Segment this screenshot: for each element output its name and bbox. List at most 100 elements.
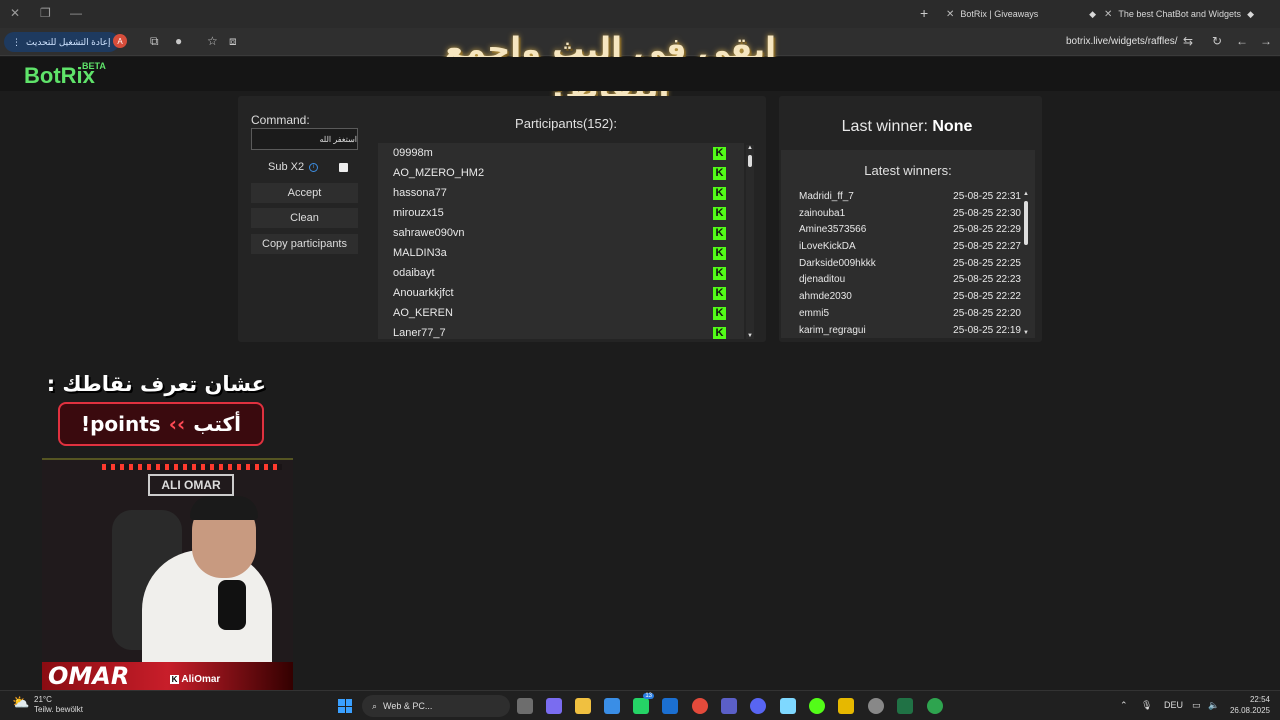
site-settings-icon[interactable]: ⇆ <box>1183 34 1193 48</box>
participant-row[interactable]: Anouarkkjfct K <box>378 283 744 303</box>
tab-chatbot-widgets[interactable]: ✕ The best ChatBot and Widgets ◆ <box>1104 4 1254 24</box>
favicon-icon: ◆ <box>1089 8 1096 19</box>
tab-close-icon[interactable]: ✕ <box>1104 9 1112 20</box>
tab-title: The best ChatBot and Widgets <box>1118 9 1241 19</box>
command-input[interactable] <box>251 128 358 150</box>
discord-icon[interactable] <box>750 698 766 714</box>
participant-row[interactable]: sahrawe090vn K <box>378 223 744 243</box>
participant-row[interactable]: mirouzx15 K <box>378 203 744 223</box>
back-icon[interactable]: ← <box>1236 34 1248 48</box>
profile-avatar[interactable]: A <box>113 34 127 48</box>
url-text[interactable]: botrix.live/widgets/raffles/ <box>1066 36 1178 47</box>
kick-icon: K <box>713 246 726 260</box>
clock-date: 26.08.2025 <box>1229 706 1270 715</box>
scroll-up-icon[interactable]: ▲ <box>1022 191 1030 197</box>
winner-name: Madridi_ff_7 <box>799 191 854 202</box>
scroll-down-icon[interactable]: ▼ <box>1022 330 1030 336</box>
taskbar-search-text: Web & PC... <box>383 701 433 711</box>
last-winner: Last winner: None <box>779 118 1035 136</box>
winner-row: emmi5 25-08-25 22:20 <box>799 308 1021 325</box>
kick-icon: K <box>713 146 726 160</box>
streamer-handle-text: AliOmar <box>181 674 221 685</box>
scrollbar-thumb[interactable] <box>1024 201 1028 245</box>
chevron-left-icon: ‹‹ <box>168 412 186 436</box>
notepad-icon[interactable] <box>780 698 796 714</box>
whatsapp-badge: 13 <box>643 693 654 699</box>
winner-time: 25-08-25 22:19 <box>953 324 1021 336</box>
window-minimize-icon[interactable]: — <box>70 6 82 20</box>
clean-button[interactable]: Clean <box>251 208 358 228</box>
tray-chevron-up-icon[interactable]: ⌃ <box>1120 700 1128 711</box>
microphone <box>218 580 246 630</box>
extensions-icon[interactable]: ⧉ <box>150 34 159 49</box>
info-icon[interactable]: i <box>309 162 319 172</box>
scrollbar-thumb[interactable] <box>748 155 752 167</box>
new-tab-icon[interactable]: + <box>920 5 928 21</box>
winner-name: djenaditou <box>799 274 846 286</box>
file-explorer-icon[interactable] <box>575 698 591 714</box>
taskbar-search[interactable]: ⌕ Web & PC... <box>362 695 510 717</box>
copilot-icon[interactable] <box>546 698 562 714</box>
vpn-icon[interactable]: ● <box>175 34 182 48</box>
participant-row[interactable]: odaibayt K <box>378 263 744 283</box>
participant-row[interactable]: MALDIN3a K <box>378 243 744 263</box>
latest-winners-title: Latest winners: <box>864 163 952 178</box>
scroll-up-icon[interactable]: ▲ <box>746 145 754 151</box>
sub-x2-checkbox[interactable] <box>339 163 348 172</box>
tab-botrix-giveaways[interactable]: ✕ BotRix | Giveaways ◆ <box>946 4 1096 24</box>
system-clock[interactable]: 22:54 26.08.2025 <box>1226 694 1270 716</box>
participants-title: Participants(152): <box>515 116 617 131</box>
microphone-icon[interactable]: 🎙 <box>1141 700 1152 711</box>
chrome-profile-icon[interactable] <box>927 698 943 714</box>
language-indicator[interactable]: DEU <box>1164 700 1183 710</box>
chrome-icon[interactable] <box>692 698 708 714</box>
wall-sign: ALI OMAR <box>148 474 234 496</box>
tab-close-icon[interactable]: ✕ <box>946 9 954 20</box>
copy-participants-button[interactable]: Copy participants <box>251 234 358 254</box>
window-maximize-icon[interactable]: ❐ <box>40 6 51 20</box>
outlook-icon[interactable] <box>662 698 678 714</box>
last-winner-value: None <box>932 118 973 135</box>
excel-icon[interactable] <box>897 698 913 714</box>
forward-icon[interactable]: → <box>1260 34 1272 48</box>
network-icon[interactable]: ▭ <box>1192 700 1201 711</box>
reload-icon[interactable]: ↻ <box>1212 34 1222 48</box>
windows-start-icon[interactable] <box>338 699 352 713</box>
winners-scrollbar[interactable]: ▲ ▼ <box>1022 191 1030 336</box>
beta-badge: BETA <box>82 61 106 71</box>
scroll-down-icon[interactable]: ▼ <box>746 333 754 339</box>
streamer-cap <box>190 496 258 520</box>
sub-x2-option: Sub X2 i <box>268 161 319 173</box>
participants-scrollbar[interactable]: ▲ ▼ <box>746 145 754 339</box>
screenshot-icon[interactable]: ⧈ <box>229 34 237 49</box>
sub-x2-label: Sub X2 <box>268 161 305 173</box>
volume-icon[interactable]: 🔈 <box>1208 700 1219 711</box>
winner-row: karim_regragui 25-08-25 22:19 <box>799 325 1021 337</box>
search-icon: ⌕ <box>372 700 378 711</box>
participant-row[interactable]: AO_KEREN K <box>378 303 744 323</box>
store-icon[interactable] <box>604 698 620 714</box>
obs-icon[interactable] <box>868 698 884 714</box>
participant-row[interactable]: 09998m K <box>378 143 744 163</box>
winner-time: 25-08-25 22:29 <box>953 224 1021 236</box>
window-close-icon[interactable]: ✕ <box>10 6 20 20</box>
participants-list[interactable]: 09998m K AO_MZERO_HM2 Khassona77 Kmirouzx15 K… <box>378 143 744 339</box>
latest-winners-list[interactable]: Madridi_ff_7 25-08-25 22:31 zainouba1 25-08… <box>799 191 1021 336</box>
bookmark-star-icon[interactable]: ☆ <box>207 34 218 48</box>
task-view-icon[interactable] <box>517 698 533 714</box>
kick-app-icon[interactable] <box>809 698 825 714</box>
whatsapp-icon[interactable]: 13 <box>633 693 654 714</box>
accept-button[interactable]: Accept <box>251 183 358 203</box>
tab-title: BotRix | Giveaways <box>960 9 1039 19</box>
participant-row[interactable]: Laner77_7 K <box>378 323 744 339</box>
teams-icon[interactable] <box>721 698 737 714</box>
kick-icon: K <box>170 675 179 684</box>
participant-row[interactable]: hassona77 K <box>378 183 744 203</box>
restart-to-update-button[interactable]: ⋮ إعادة التشغيل للتحديث <box>4 32 119 52</box>
participant-row[interactable]: AO_MZERO_HM2 K <box>378 163 744 183</box>
clock-time: 22:54 <box>1249 695 1270 704</box>
weather-temp: 21°C <box>34 695 52 704</box>
webcam-feed: ALI OMAR OMAR K AliOmar <box>42 458 293 690</box>
kick-icon: K <box>713 206 726 220</box>
layers-app-icon[interactable] <box>838 698 854 714</box>
